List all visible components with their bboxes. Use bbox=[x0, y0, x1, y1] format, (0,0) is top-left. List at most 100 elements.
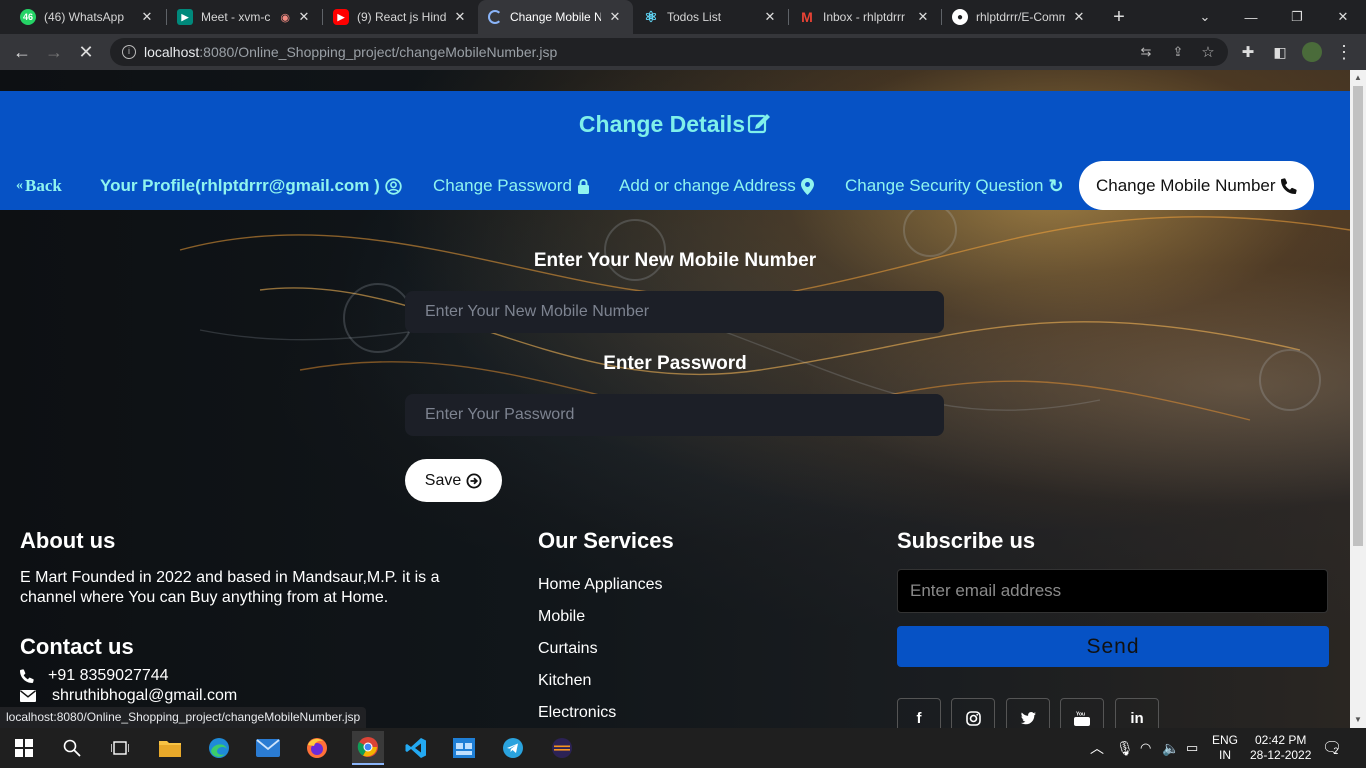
tab-change-mobile[interactable]: Change Mobile N ✕ bbox=[478, 0, 633, 34]
clock-time: 02:42 PM bbox=[1255, 733, 1307, 747]
refresh-icon: ↻ bbox=[1048, 175, 1064, 196]
windows-taskbar: ︿ 🎙 ◠ 🔈 ▭ ENG IN 02:42 PM 28-12-2022 🗨 2 bbox=[0, 728, 1366, 768]
close-icon[interactable]: ✕ bbox=[452, 9, 468, 25]
send-button[interactable]: Send bbox=[897, 626, 1329, 667]
facebook-icon[interactable]: f bbox=[897, 698, 941, 728]
scroll-up-icon[interactable]: ▲ bbox=[1350, 70, 1366, 86]
nav-change-mobile-number[interactable]: Change Mobile Number bbox=[1079, 161, 1314, 210]
mail-icon[interactable] bbox=[254, 734, 282, 762]
microphone-icon[interactable]: 🎙 bbox=[1116, 728, 1134, 768]
close-icon[interactable]: ✕ bbox=[915, 9, 931, 25]
scroll-down-icon[interactable]: ▼ bbox=[1350, 712, 1366, 728]
tab-title: Inbox - rhlptdrrr bbox=[823, 10, 906, 24]
share-icon[interactable]: ⇪ bbox=[1168, 42, 1188, 62]
arrow-circle-right-icon bbox=[466, 473, 482, 488]
task-view-icon[interactable] bbox=[106, 734, 134, 762]
clock[interactable]: 02:42 PM 28-12-2022 bbox=[1250, 728, 1311, 768]
tab-todos[interactable]: ⚛ Todos List ✕ bbox=[633, 0, 788, 34]
browser-toolbar: ← → ✕ i localhost:8080/Online_Shopping_p… bbox=[0, 34, 1366, 70]
user-circle-icon bbox=[385, 177, 402, 195]
nav-security-label: Change Security Question bbox=[845, 176, 1044, 195]
mobile-number-label: Enter Your New Mobile Number bbox=[533, 250, 817, 271]
window-app-icon[interactable] bbox=[450, 734, 478, 762]
region-code: IN bbox=[1219, 748, 1231, 762]
windows-start-icon[interactable] bbox=[10, 734, 38, 762]
show-hidden-icons[interactable]: ︿ bbox=[1090, 728, 1104, 768]
new-tab-button[interactable]: + bbox=[1108, 6, 1130, 28]
wifi-icon[interactable]: ◠ bbox=[1140, 728, 1151, 768]
chrome-icon[interactable] bbox=[352, 731, 384, 765]
nav-change-security-question[interactable]: Change Security Question ↻ bbox=[845, 163, 1064, 209]
side-panel-icon[interactable]: ◧ bbox=[1268, 40, 1292, 64]
firefox-icon[interactable] bbox=[303, 734, 331, 762]
speaker-icon[interactable]: 🔈 bbox=[1162, 728, 1179, 768]
tab-github[interactable]: ● rhlptdrrr/E-Comm ✕ bbox=[942, 0, 1097, 34]
map-pin-icon bbox=[800, 177, 814, 195]
service-link[interactable]: Curtains bbox=[538, 640, 598, 658]
file-explorer-icon[interactable] bbox=[156, 734, 184, 762]
nav-your-profile[interactable]: Your Profile(rhlptdrrr@gmail.com ) bbox=[100, 163, 402, 209]
tab-meet[interactable]: ▶ Meet - xvm-c ◉ ✕ bbox=[167, 0, 322, 34]
close-icon[interactable]: ✕ bbox=[139, 9, 155, 25]
subscribe-email-input[interactable] bbox=[897, 569, 1328, 613]
edge-icon[interactable] bbox=[205, 734, 233, 762]
notifications-icon[interactable]: 🗨 2 bbox=[1322, 728, 1342, 768]
language-indicator[interactable]: ENG IN bbox=[1212, 728, 1238, 768]
url-host: localhost bbox=[144, 44, 200, 60]
save-button[interactable]: Save bbox=[405, 459, 502, 502]
address-bar[interactable]: i localhost:8080/Online_Shopping_project… bbox=[110, 38, 1228, 66]
tab-title: Todos List bbox=[667, 10, 722, 24]
vscode-icon[interactable] bbox=[402, 734, 430, 762]
instagram-icon[interactable] bbox=[951, 698, 995, 728]
close-icon[interactable]: ✕ bbox=[762, 9, 778, 25]
menu-kebab-icon[interactable]: ⋮ bbox=[1332, 40, 1356, 64]
url-path: :8080/Online_Shopping_project/changeMobi… bbox=[199, 44, 558, 60]
tab-youtube[interactable]: ▶ (9) React js Hindi ✕ bbox=[323, 0, 478, 34]
stop-loading-icon[interactable]: ✕ bbox=[74, 40, 98, 64]
page-scrollbar[interactable]: ▲ ▼ bbox=[1350, 70, 1366, 728]
close-icon[interactable]: ✕ bbox=[1071, 9, 1087, 25]
linkedin-icon[interactable]: in bbox=[1115, 698, 1159, 728]
extensions-icon[interactable]: ✚ bbox=[1236, 40, 1260, 64]
eclipse-icon[interactable] bbox=[548, 734, 576, 762]
scrollbar-thumb[interactable] bbox=[1353, 86, 1363, 546]
restore-button[interactable]: ❐ bbox=[1274, 0, 1320, 34]
recording-icon: ◉ bbox=[280, 11, 290, 24]
mobile-number-input[interactable] bbox=[405, 291, 944, 333]
service-link[interactable]: Mobile bbox=[538, 608, 585, 626]
password-input[interactable] bbox=[405, 394, 944, 436]
service-link[interactable]: Kitchen bbox=[538, 672, 591, 690]
bookmark-star-icon[interactable]: ☆ bbox=[1198, 42, 1218, 62]
site-info-icon[interactable]: i bbox=[122, 45, 136, 59]
nav-change-password[interactable]: Change Password bbox=[433, 163, 590, 209]
our-services-heading: Our Services bbox=[538, 528, 674, 553]
service-link[interactable]: Home Appliances bbox=[538, 576, 663, 594]
battery-icon[interactable]: ▭ bbox=[1186, 728, 1198, 768]
close-window-button[interactable]: ✕ bbox=[1320, 0, 1366, 34]
back-arrow-icon[interactable]: ← bbox=[10, 40, 34, 64]
edit-icon bbox=[747, 114, 771, 134]
translate-icon[interactable]: ⇆ bbox=[1136, 42, 1156, 62]
youtube-icon[interactable]: You bbox=[1060, 698, 1104, 728]
nav-address-label: Add or change Address bbox=[619, 176, 796, 195]
twitter-icon[interactable] bbox=[1006, 698, 1050, 728]
tab-whatsapp[interactable]: 46 (46) WhatsApp ✕ bbox=[10, 0, 165, 34]
tab-title: Meet - xvm-c bbox=[201, 10, 271, 24]
forward-arrow-icon[interactable]: → bbox=[42, 40, 66, 64]
tab-title: (46) WhatsApp bbox=[44, 10, 125, 24]
about-us-text: E Mart Founded in 2022 and based in Mand… bbox=[20, 569, 440, 606]
minimize-button[interactable]: — bbox=[1228, 0, 1274, 34]
clock-date: 28-12-2022 bbox=[1250, 748, 1312, 762]
language-code: ENG bbox=[1212, 733, 1239, 747]
gmail-icon: M bbox=[801, 9, 813, 25]
profile-avatar[interactable] bbox=[1300, 40, 1324, 64]
close-icon[interactable]: ✕ bbox=[296, 9, 312, 25]
nav-change-address[interactable]: Add or change Address bbox=[619, 163, 814, 209]
close-icon[interactable]: ✕ bbox=[607, 9, 623, 25]
search-icon[interactable] bbox=[58, 734, 86, 762]
tab-gmail[interactable]: M Inbox - rhlptdrrr ✕ bbox=[789, 0, 941, 34]
nav-back-link[interactable]: «Back bbox=[16, 163, 62, 209]
telegram-icon[interactable] bbox=[499, 734, 527, 762]
tab-search-icon[interactable]: ⌄ bbox=[1182, 0, 1228, 34]
service-link[interactable]: Electronics bbox=[538, 704, 616, 722]
